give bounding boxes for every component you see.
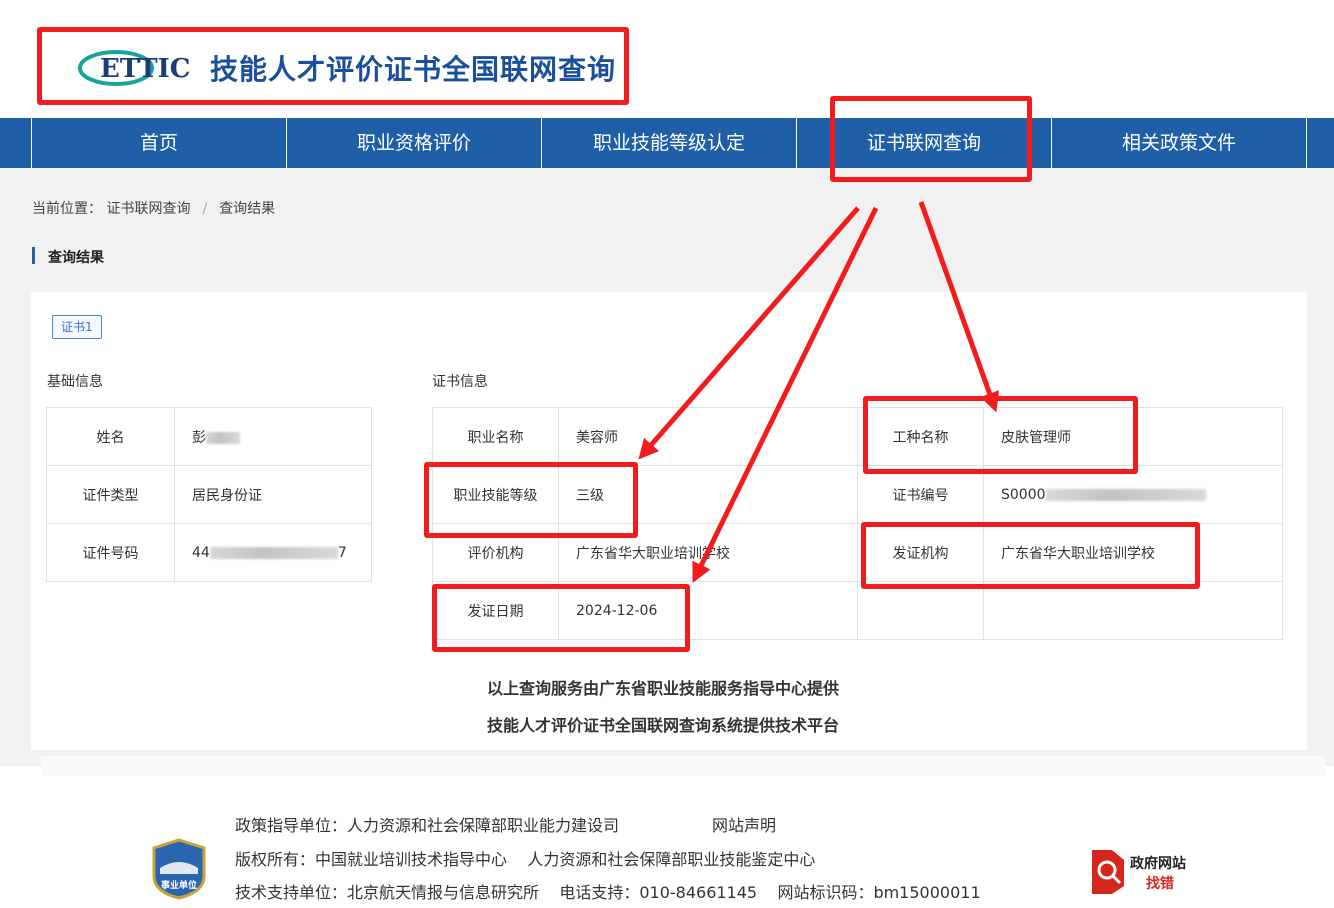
cert-no-text: S0000 (1001, 486, 1046, 503)
badge-text: 事业单位 (161, 879, 197, 891)
annotation-box-job-type (863, 396, 1138, 474)
annotation-box-nav (830, 96, 1032, 182)
table-row: 姓名 彭 (46, 407, 372, 466)
id-number-value: 44 7 (174, 523, 372, 582)
breadcrumb-prefix: 当前位置： (32, 201, 102, 217)
id-type-label: 证件类型 (46, 465, 175, 524)
footer-statement-link[interactable]: 网站声明 (712, 812, 776, 836)
nav-item-policy-docs[interactable]: 相关政策文件 (1051, 118, 1306, 168)
annotation-box-title (37, 27, 629, 105)
redacted-block (206, 431, 240, 444)
cert-info-title: 证书信息 (432, 374, 488, 390)
gov-logo-line1: 政府网站 (1130, 855, 1186, 872)
cert-tab[interactable]: 证书1 (52, 315, 102, 339)
footer-copyright: 版权所有：中国就业培训技术指导中心 人力资源和社会保障部职业技能鉴定中心 (235, 850, 816, 869)
footer-support: 技术支持单位：北京航天情报与信息研究所 电话支持：010-84661145 网站… (235, 883, 981, 902)
id-number-label: 证件号码 (46, 523, 175, 582)
cert-no-label: 证书编号 (857, 465, 984, 524)
section-marker (32, 247, 35, 264)
nav-item-skill-level[interactable]: 职业技能等级认定 (541, 118, 796, 168)
table-row: 职业名称 美容师 工种名称 皮肤管理师 (432, 407, 1283, 466)
annotation-box-issuer (861, 522, 1200, 589)
basic-info-title: 基础信息 (47, 374, 103, 390)
id-number-end: 7 (337, 544, 347, 561)
empty-cell (983, 581, 1283, 640)
id-number-start: 44 (192, 544, 210, 561)
platform-note: 技能人才评价证书全国联网查询系统提供技术平台 (487, 716, 840, 735)
nav-item-qualification-eval[interactable]: 职业资格评价 (286, 118, 541, 168)
annotation-box-issue-date (432, 584, 690, 652)
breadcrumb-item-result: 查询结果 (219, 201, 276, 217)
empty-cell (857, 581, 984, 640)
occupation-value: 美容师 (558, 407, 858, 466)
section-title: 查询结果 (48, 250, 104, 266)
footer-policy: 政策指导单位：人力资源和社会保障部职业能力建设司 (235, 816, 620, 835)
name-value-text: 彭 (192, 429, 206, 446)
gov-logo-line2: 找错 (1146, 875, 1174, 892)
breadcrumb-separator: / (202, 201, 208, 217)
name-label: 姓名 (46, 407, 175, 466)
panel-shadow (41, 756, 1325, 776)
gov-site-error-report-logo[interactable]: 政府网站 找错 (1090, 846, 1200, 896)
name-value: 彭 (174, 407, 372, 466)
public-institution-badge[interactable]: 事业单位 (150, 838, 208, 900)
cert-no-value: S0000 (983, 465, 1283, 524)
occupation-label: 职业名称 (432, 407, 559, 466)
main-nav: 首页 职业资格评价 职业技能等级认定 证书联网查询 相关政策文件 (0, 118, 1334, 168)
nav-divider (1306, 118, 1334, 168)
annotation-box-level (424, 462, 638, 538)
breadcrumb-item-cert-query[interactable]: 证书联网查询 (106, 201, 190, 217)
breadcrumb: 当前位置： 证书联网查询 / 查询结果 (32, 198, 275, 218)
table-row: 证件类型 居民身份证 (46, 465, 372, 524)
nav-item-home[interactable]: 首页 (31, 118, 286, 168)
id-type-value: 居民身份证 (174, 465, 372, 524)
basic-info-table: 姓名 彭 证件类型 居民身份证 证件号码 44 7 (46, 407, 372, 582)
provider-note: 以上查询服务由广东省职业技能服务指导中心提供 (487, 679, 840, 698)
redacted-block (209, 546, 338, 559)
table-row: 证件号码 44 7 (46, 523, 372, 582)
redacted-block (1045, 488, 1206, 501)
